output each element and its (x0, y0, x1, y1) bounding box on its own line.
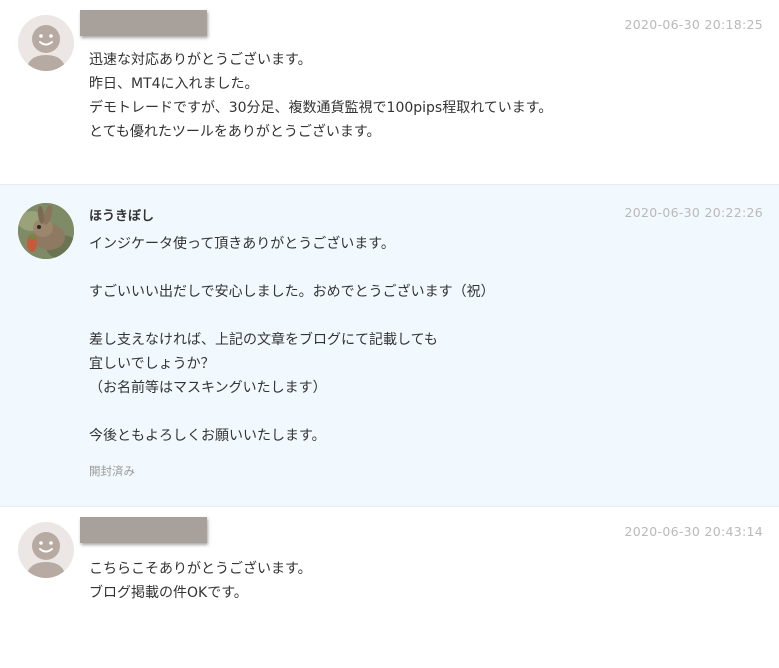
message-body: 迅速な対応ありがとうございます。 昨日、MT4に入れました。 デモトレードですが… (89, 48, 552, 144)
message-thread: 2020-06-30 20:18:25 迅速な対応ありがとうございます。 昨日、… (0, 0, 779, 668)
user-avatar-icon[interactable] (18, 522, 74, 578)
message-item: 2020-06-30 20:18:25 迅速な対応ありがとうございます。 昨日、… (0, 0, 779, 184)
message-line: 昨日、MT4に入れました。 (89, 76, 259, 92)
message-line: すごいいい出だしで安心しました。おめでとうございます（祝） (89, 284, 495, 300)
message-timestamp: 2020-06-30 20:22:26 (624, 205, 763, 220)
read-status: 開封済み (89, 464, 135, 478)
message-line: こちらこそありがとうございます。 (89, 561, 312, 577)
message-item: 2020-06-30 20:43:14 こちらこそありがとうございます。 ブログ… (0, 507, 779, 668)
message-line: デモトレードですが、30分足、複数通貨監視で100pips程取れています。 (89, 100, 553, 116)
rabbit-photo-icon (18, 203, 74, 259)
message-line: 今後ともよろしくお願いいたします。 (89, 428, 326, 444)
message-line: 宜しいでしょうか？ (89, 356, 215, 372)
message-item-highlighted: ほうきぼし 2020-06-30 20:22:26 インジケータ使って頂きありが… (0, 184, 779, 507)
message-line: （お名前等はマスキングいたします） (89, 380, 327, 396)
message-line (89, 400, 495, 424)
message-line (89, 304, 495, 328)
message-line: ブログ掲載の件OKです。 (89, 585, 248, 601)
masked-username (80, 517, 207, 543)
rabbit-avatar-icon[interactable] (18, 203, 74, 259)
default-avatar-icon (26, 25, 66, 71)
user-avatar-icon[interactable] (18, 15, 74, 71)
message-timestamp: 2020-06-30 20:43:14 (624, 524, 763, 539)
message-line (89, 256, 495, 280)
message-line: インジケータ使って頂きありがとうございます。 (89, 236, 395, 252)
message-line: 迅速な対応ありがとうございます。 (89, 52, 312, 68)
masked-username (80, 10, 207, 36)
message-body: インジケータ使って頂きありがとうございます。 すごいいい出だしで安心しました。お… (89, 232, 495, 448)
message-line: 差し支えなければ、上記の文章をブログにて記載しても (89, 332, 438, 348)
message-body: こちらこそありがとうございます。 ブログ掲載の件OKです。 (89, 557, 312, 605)
sender-name[interactable]: ほうきぼし (89, 205, 154, 224)
message-line: とても優れたツールをありがとうございます。 (89, 124, 381, 140)
default-avatar-icon (26, 532, 66, 578)
message-timestamp: 2020-06-30 20:18:25 (624, 17, 763, 32)
